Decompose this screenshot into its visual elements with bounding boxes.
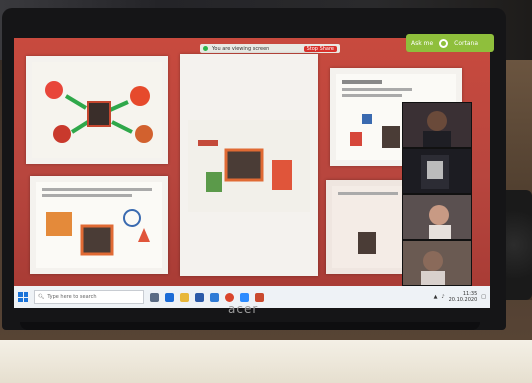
share-status-text: You are viewing screen: [212, 45, 270, 52]
slide-tile-4: [30, 176, 168, 274]
search-icon: 🔍︎: [38, 294, 45, 300]
chrome-icon[interactable]: [225, 292, 234, 302]
network-icon[interactable]: ▲: [434, 294, 438, 300]
task-view-icon[interactable]: [150, 292, 159, 302]
system-tray: ▲ ♪ 11:35 20.10.2020 □: [434, 291, 486, 303]
cortana-label: Cortana: [454, 39, 478, 47]
notification-icon[interactable]: □: [481, 294, 486, 300]
screen-share-bar: You are viewing screen Stop Share: [200, 44, 340, 53]
participant-avatar-3: [429, 205, 451, 239]
drawing-4-art: [42, 188, 152, 256]
drawing-1: [32, 62, 162, 158]
participant-thumb-2[interactable]: [402, 148, 472, 194]
search-placeholder: Type here to search: [47, 294, 97, 300]
tabletop: [0, 340, 532, 383]
zoom-icon[interactable]: [240, 292, 249, 302]
participant-thumb-1[interactable]: [402, 102, 472, 148]
drawing-2: [188, 120, 310, 212]
taskbar-search-input[interactable]: 🔍︎ Type here to search: [34, 290, 144, 304]
participant-avatar-4: [421, 251, 445, 285]
drawing-4: [36, 182, 162, 268]
cortana-icon: [439, 38, 449, 48]
drawing-1-art: [45, 81, 153, 143]
laptop-brand-logo: acer: [228, 302, 259, 316]
participant-avatar-1: [423, 111, 451, 147]
taskbar-clock[interactable]: 11:35 20.10.2020: [449, 291, 478, 303]
laptop-screen: You are viewing screen Stop Share 🔍︎ Typ…: [14, 38, 490, 308]
edge-icon[interactable]: [165, 292, 174, 302]
participant-thumb-4[interactable]: [402, 240, 472, 286]
store-icon[interactable]: [195, 292, 204, 302]
slide-tile-1: [26, 56, 168, 164]
powerpoint-icon[interactable]: [255, 292, 264, 302]
cortana-sub-text: Ask me: [411, 39, 434, 47]
explorer-icon[interactable]: [180, 292, 189, 302]
start-button[interactable]: [18, 292, 28, 302]
laptop-hinge: [20, 322, 480, 330]
participant-gallery: [402, 102, 472, 292]
participant-avatar-2: [421, 155, 449, 189]
mail-icon[interactable]: [210, 292, 219, 302]
participant-thumb-3[interactable]: [402, 194, 472, 240]
share-status-icon: [203, 46, 208, 51]
volume-icon[interactable]: ♪: [441, 294, 444, 300]
cortana-prompt[interactable]: Ask me Cortana: [406, 34, 494, 52]
clock-date: 20.10.2020: [448, 297, 478, 303]
laptop-lid: You are viewing screen Stop Share 🔍︎ Typ…: [2, 8, 506, 330]
drawing-2-art: [198, 140, 292, 192]
slide-tile-2: [180, 54, 318, 276]
stop-share-button[interactable]: Stop Share: [303, 45, 337, 52]
